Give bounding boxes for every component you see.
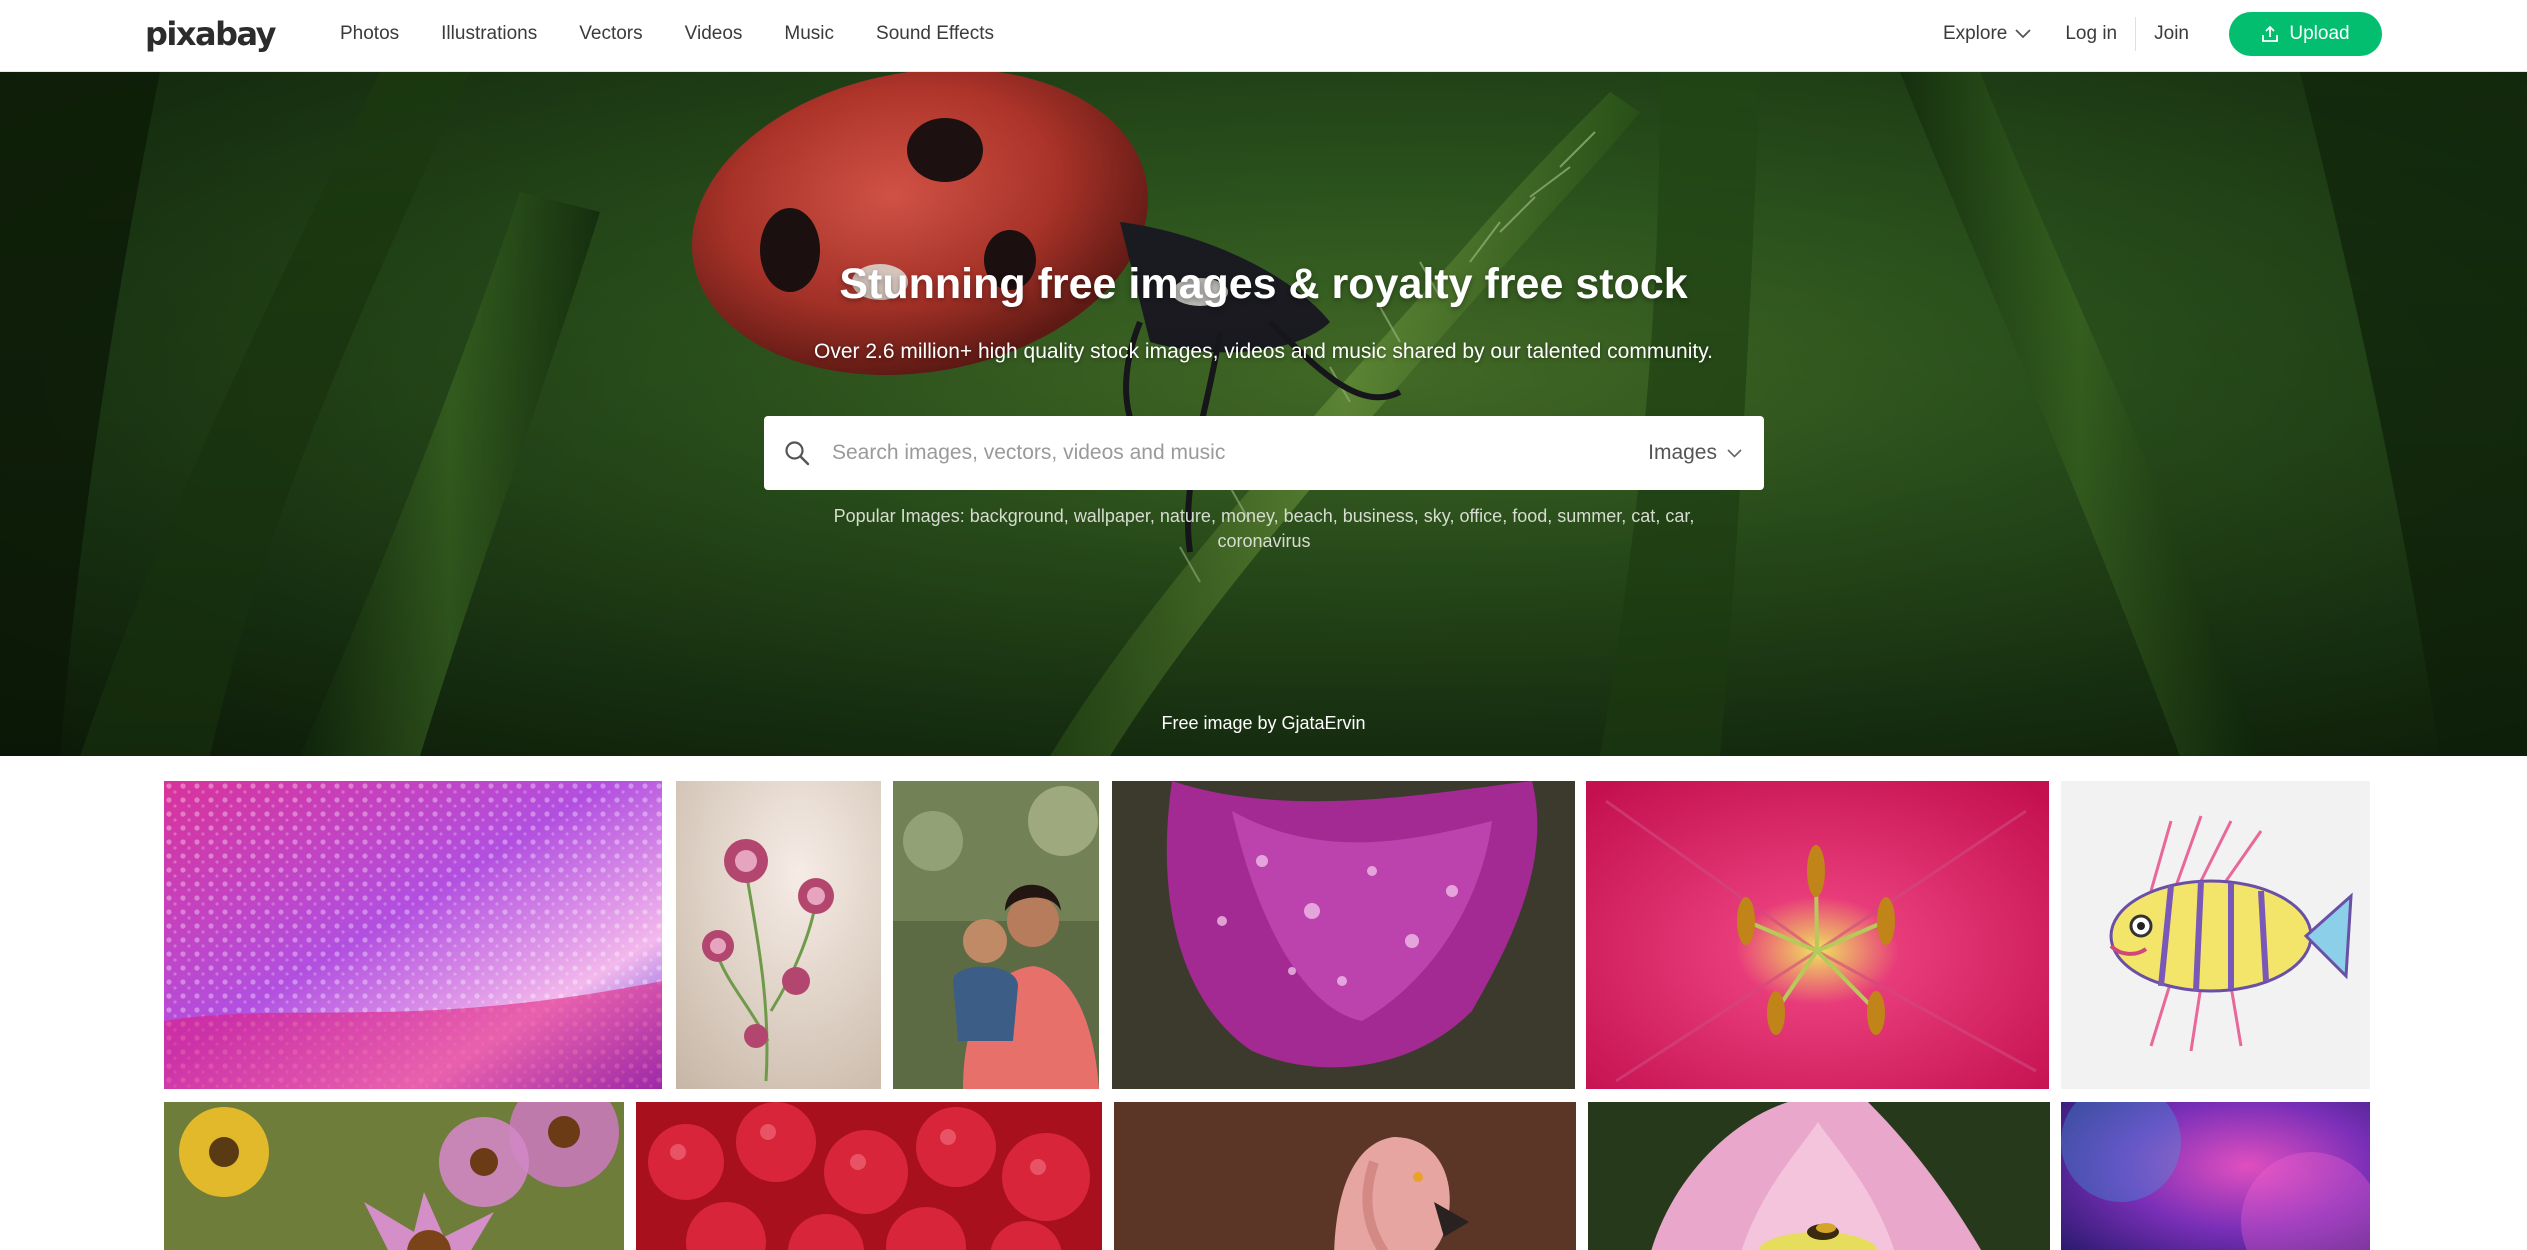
gallery-tile-lionfish-illustration[interactable] [2061,781,2370,1089]
gallery-tile-colorful-smoke[interactable] [2061,1102,2370,1250]
popular-tag[interactable]: office [1459,506,1502,526]
popular-label: Popular Images: [833,506,965,526]
image-gallery [0,756,2527,1250]
tile-image [1588,1102,2050,1250]
tile-image [2061,1102,2370,1250]
nav-music[interactable]: Music [784,23,834,45]
gallery-tile-purple-petal-drops[interactable] [1112,781,1575,1089]
login-link[interactable]: Log in [2065,17,2137,51]
popular-tag[interactable]: nature [1160,506,1211,526]
popular-tag[interactable]: car [1665,506,1689,526]
popular-tag[interactable]: summer [1557,506,1621,526]
nav-illustrations[interactable]: Illustrations [441,23,537,45]
gallery-tile-lotus-bee[interactable] [1588,1102,2050,1250]
tile-image [164,1102,624,1250]
popular-tag[interactable]: background [970,506,1064,526]
tile-image [676,781,881,1089]
gallery-tile-red-lily[interactable] [1586,781,2049,1089]
header-actions: Explore Log in Join Upload [1943,0,2382,68]
search-input[interactable] [832,441,1649,465]
explore-menu[interactable]: Explore [1943,23,2031,45]
nav-sound-effects[interactable]: Sound Effects [876,23,994,45]
hero-title: Stunning free images & royalty free stoc… [839,260,1688,308]
hero-banner: Stunning free images & royalty free stoc… [0,72,2527,756]
search-icon[interactable] [784,440,810,466]
hero-subtitle: Over 2.6 million+ high quality stock ima… [814,340,1713,363]
nav-videos[interactable]: Videos [685,23,743,45]
popular-tag[interactable]: wallpaper [1074,506,1150,526]
upload-icon [2262,25,2279,42]
chevron-down-icon [2015,29,2031,39]
popular-tag[interactable]: money [1221,506,1274,526]
popular-searches: Popular Images: background, wallpaper, n… [833,506,1695,551]
search-type-label: Images [1648,441,1717,464]
join-link[interactable]: Join [2154,23,2189,45]
tile-image [164,781,662,1089]
top-navbar: pixabay Photos Illustrations Vectors Vid… [0,0,2527,72]
gallery-tile-flamingo[interactable] [1114,1102,1576,1250]
search-type-dropdown[interactable]: Images [1648,441,1742,465]
popular-tag[interactable]: sky [1424,506,1450,526]
tile-image [1586,781,2049,1089]
upload-label: Upload [2289,23,2350,44]
popular-tag[interactable]: business [1343,506,1414,526]
tile-image [1112,781,1575,1089]
image-credit[interactable]: Free image by GjataErvin [0,713,2527,734]
pixabay-logo[interactable]: pixabay [145,14,276,54]
gallery-tile-coneflowers[interactable] [164,1102,624,1250]
popular-tag[interactable]: coronavirus [1217,531,1310,551]
hero-overlay [0,72,2527,756]
upload-button[interactable]: Upload [2229,12,2382,56]
tile-image [1114,1102,1576,1250]
search-bar: Images [764,416,1764,490]
nav-vectors[interactable]: Vectors [579,23,642,45]
nav-photos[interactable]: Photos [340,23,399,45]
explore-label: Explore [1942,23,2008,44]
chevron-down-icon [1727,448,1742,458]
tile-image [893,781,1099,1089]
gallery-tile-mother-and-child[interactable] [893,781,1099,1089]
tile-image [636,1102,1102,1250]
popular-tag[interactable]: beach [1284,506,1333,526]
gallery-tile-pink-flowers[interactable] [676,781,881,1089]
main-nav: Photos Illustrations Vectors Videos Musi… [340,0,1036,68]
popular-tag[interactable]: cat [1631,506,1655,526]
gallery-tile-raspberries[interactable] [636,1102,1102,1250]
popular-tag[interactable]: food [1512,506,1547,526]
gallery-tile-water-drops-gradient[interactable] [164,781,662,1089]
tile-image [2061,781,2370,1089]
